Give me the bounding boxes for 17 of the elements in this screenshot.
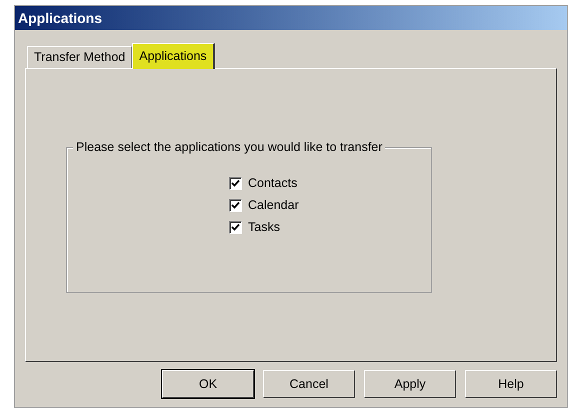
dialog-button[interactable]: Help [465, 370, 557, 398]
check-icon [231, 222, 240, 232]
group-caption: Please select the applications you would like to transfer [73, 139, 386, 155]
dialog-button[interactable]: Apply [364, 370, 456, 398]
checkbox-label: Contacts [248, 175, 298, 192]
check-icon [231, 178, 240, 188]
tab[interactable]: Applications [132, 43, 215, 69]
checkbox[interactable] [229, 198, 242, 212]
check-icon [231, 200, 240, 210]
tab[interactable]: Transfer Method [27, 46, 132, 68]
checkbox[interactable] [229, 220, 242, 234]
checkbox[interactable] [229, 176, 242, 190]
checkbox-label: Tasks [248, 219, 280, 236]
checkbox-label: Calendar [248, 197, 299, 214]
dialog-button[interactable]: Cancel [263, 370, 355, 398]
dialog-button[interactable]: OK [162, 370, 254, 398]
window-title: Applications [18, 8, 102, 28]
